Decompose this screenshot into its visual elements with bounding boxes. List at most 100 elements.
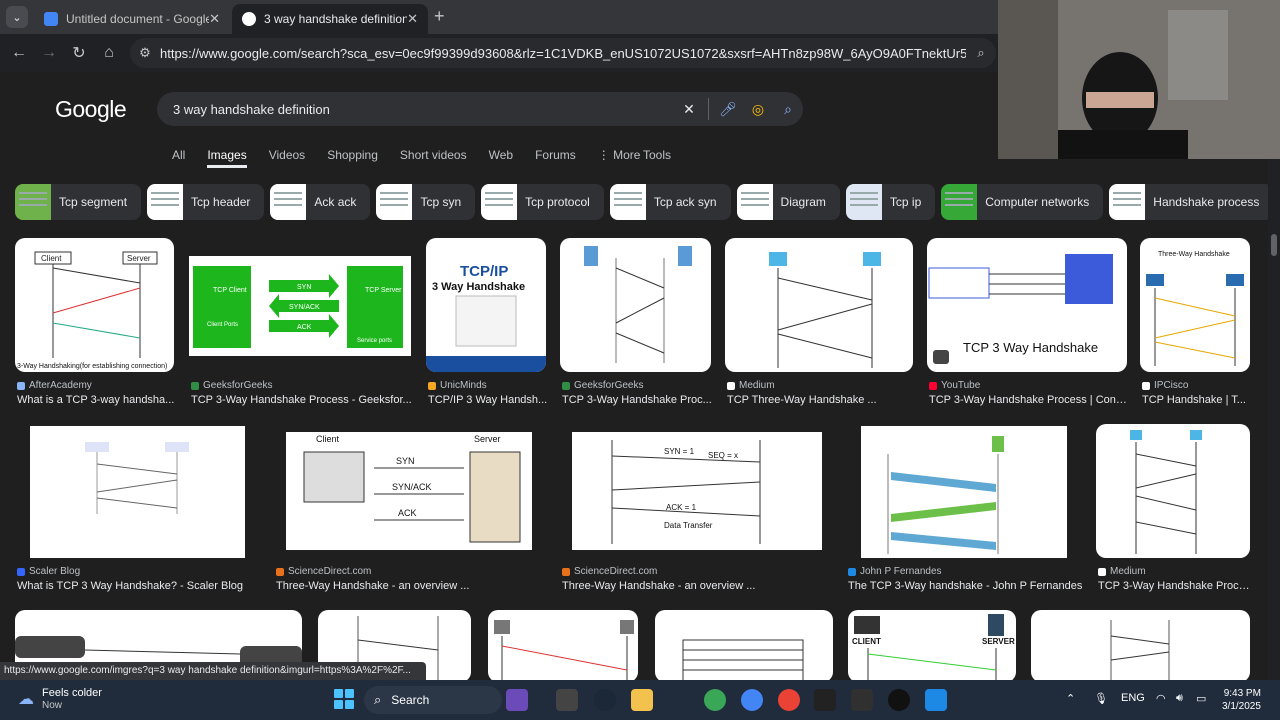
result-title[interactable]: What is a TCP 3-way handsha... — [17, 394, 175, 406]
capcut-icon[interactable] — [851, 689, 873, 711]
google-logo[interactable]: Google — [55, 96, 127, 123]
search-box[interactable]: 3 way handshake definition ✕ 🎤︎ ◎ ⌕ — [157, 92, 803, 126]
result-thumbnail[interactable]: Client Server 3-Way Handshaking(for esta… — [15, 238, 174, 372]
forward-arrow-icon[interactable]: → — [34, 44, 64, 62]
result-source[interactable]: GeeksforGeeks — [191, 380, 272, 391]
result-thumbnail[interactable] — [1096, 424, 1250, 558]
reload-icon[interactable]: ↻ — [64, 43, 94, 63]
result-source[interactable]: GeeksforGeeks — [562, 380, 643, 391]
chrome-profile-icon[interactable] — [741, 689, 763, 711]
result-title[interactable]: TCP 3-Way Handshake Process - Geeksfor..… — [191, 394, 413, 406]
result-thumbnail[interactable] — [1031, 610, 1250, 680]
taskbar-search[interactable]: ⌕ Search — [364, 686, 502, 714]
windows-start-icon[interactable] — [334, 689, 354, 709]
result-source[interactable]: YouTube — [929, 380, 980, 391]
tab-forums[interactable]: Forums — [535, 148, 576, 168]
tab-videos[interactable]: Videos — [269, 148, 305, 168]
result-title[interactable]: TCP Handshake | T... — [1142, 394, 1252, 406]
search-input[interactable]: 3 way handshake definition — [173, 102, 674, 117]
result-source[interactable]: John P Fernandes — [848, 566, 942, 577]
home-icon[interactable]: ⌂ — [94, 44, 124, 62]
chip-tcp-ack-syn[interactable]: Tcp ack syn — [609, 184, 731, 220]
result-title[interactable]: Three-Way Handshake - an overview ... — [276, 580, 548, 592]
clear-icon[interactable]: ✕ — [674, 101, 704, 118]
close-tab-icon[interactable]: ✕ — [407, 11, 418, 27]
result-thumbnail[interactable]: TCP Client TCP Server SYN SYN/ACK ACK Cl… — [189, 238, 411, 372]
result-title[interactable]: What is TCP 3 Way Handshake? - Scaler Bl… — [17, 580, 262, 592]
chrome-profile-icon[interactable] — [778, 689, 800, 711]
battery-icon[interactable]: ▭ — [1196, 692, 1206, 705]
result-thumbnail[interactable]: SYN = 1 SEQ = x ACK = 1 Data Transfer — [560, 424, 832, 558]
result-source[interactable]: Scaler Blog — [17, 566, 80, 577]
tab-search-button[interactable]: ⌄ — [6, 6, 28, 28]
result-title[interactable]: The TCP 3-Way handshake - John P Fernand… — [848, 580, 1084, 592]
result-source[interactable]: ScienceDirect.com — [562, 566, 657, 577]
site-info-icon[interactable]: ⚙ — [130, 45, 160, 61]
chip-tcp-ip[interactable]: Tcp ip — [845, 184, 936, 220]
terminal-icon[interactable] — [814, 689, 836, 711]
page-scrollbar[interactable] — [1268, 144, 1280, 680]
chip-tcp-protocol[interactable]: Tcp protocol — [481, 184, 604, 220]
result-title[interactable]: TCP 3-Way Handshake Proce... — [1098, 580, 1252, 592]
tab-short-videos[interactable]: Short videos — [400, 148, 467, 168]
result-title[interactable]: TCP 3-Way Handshake Process | Conc... — [929, 394, 1127, 406]
chip-tcp-header[interactable]: Tcp header — [147, 184, 265, 220]
tab-all[interactable]: All — [172, 148, 185, 168]
microphone-tray-icon[interactable]: 🎙︎ — [1094, 692, 1108, 705]
result-thumbnail[interactable] — [655, 610, 833, 680]
chip-handshake-process[interactable]: Handshake process — [1109, 184, 1274, 220]
result-thumbnail[interactable] — [846, 424, 1082, 558]
file-explorer-icon[interactable] — [631, 689, 653, 711]
result-source[interactable]: Medium — [727, 380, 775, 391]
new-tab-button[interactable]: + — [434, 6, 445, 27]
steam-icon[interactable] — [594, 689, 616, 711]
result-thumbnail[interactable] — [15, 424, 260, 558]
tab-shopping[interactable]: Shopping — [327, 148, 378, 168]
chip-computer-networks[interactable]: Computer networks — [941, 184, 1104, 220]
result-thumbnail[interactable]: CLIENT SERVER — [848, 610, 1016, 680]
chip-diagram[interactable]: Diagram — [736, 184, 840, 220]
volume-icon[interactable]: 🔊︎ — [1176, 692, 1183, 705]
result-thumbnail[interactable] — [725, 238, 913, 372]
task-view-icon[interactable] — [556, 689, 578, 711]
lens-icon[interactable]: ◎ — [743, 101, 773, 118]
tools-button[interactable]: Tools — [643, 148, 671, 162]
chip-tcp-syn[interactable]: Tcp syn — [376, 184, 476, 220]
chip-tcp-segment[interactable]: Tcp segment — [15, 184, 142, 220]
result-thumbnail[interactable] — [560, 238, 711, 372]
result-thumbnail[interactable]: TCP/IP 3 Way Handshake — [426, 238, 546, 372]
result-source[interactable]: AfterAcademy — [17, 380, 92, 391]
tab-google-docs[interactable]: Untitled document - Google Do ✕ — [34, 4, 230, 34]
address-bar[interactable]: ⚙ https://www.google.com/search?sca_esv=… — [130, 38, 996, 68]
result-source[interactable]: IPCisco — [1142, 380, 1188, 391]
language-indicator[interactable]: ENG — [1121, 692, 1145, 704]
result-thumbnail[interactable]: Three-Way Handshake — [1140, 238, 1250, 372]
widgets-app-icon[interactable] — [506, 689, 528, 711]
obs-icon[interactable] — [888, 689, 910, 711]
vscode-icon[interactable] — [925, 689, 947, 711]
zoom-icon[interactable]: ⌕ — [966, 45, 996, 61]
result-source[interactable]: Medium — [1098, 566, 1146, 577]
result-thumbnail[interactable] — [488, 610, 638, 680]
scrollbar-thumb[interactable] — [1271, 234, 1277, 256]
result-source[interactable]: ScienceDirect.com — [276, 566, 371, 577]
result-title[interactable]: TCP/IP 3 Way Handsh... — [428, 394, 548, 406]
tab-google-search[interactable]: 3 way handshake definition - G ✕ — [232, 4, 428, 34]
search-icon[interactable]: ⌕ — [773, 101, 803, 118]
tab-web[interactable]: Web — [489, 148, 513, 168]
result-title[interactable]: Three-Way Handshake - an overview ... — [562, 580, 834, 592]
chrome-icon[interactable] — [704, 689, 726, 711]
tray-chevron-icon[interactable]: ⌃ — [1066, 692, 1075, 705]
result-source[interactable]: UnicMinds — [428, 380, 487, 391]
result-title[interactable]: TCP Three-Way Handshake ... — [727, 394, 915, 406]
result-thumbnail[interactable]: TCP 3 Way Handshake — [927, 238, 1127, 372]
wifi-icon[interactable]: ◠ — [1156, 692, 1166, 705]
result-thumbnail[interactable]: Client Server SYN SYN/ACK ACK — [274, 424, 546, 558]
microphone-icon[interactable]: 🎤︎ — [713, 101, 743, 118]
weather-widget[interactable]: ☁ Feels colder Now — [18, 687, 102, 711]
result-title[interactable]: TCP 3-Way Handshake Proc... — [562, 394, 712, 406]
tab-more[interactable]: ⋮ More — [598, 148, 641, 168]
close-tab-icon[interactable]: ✕ — [209, 11, 220, 27]
back-arrow-icon[interactable]: ← — [4, 44, 34, 62]
chip-ack-ack[interactable]: Ack ack — [270, 184, 371, 220]
